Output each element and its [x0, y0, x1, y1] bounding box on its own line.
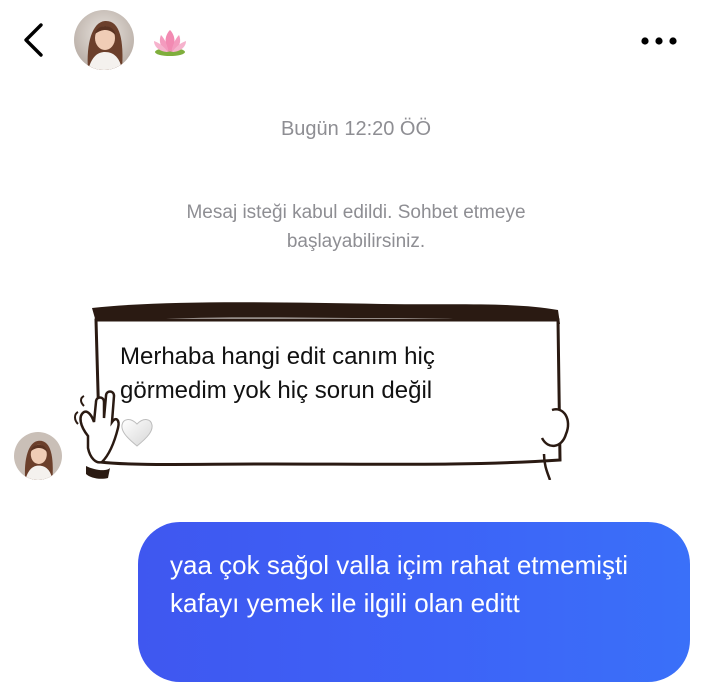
lotus-emoji: [150, 26, 190, 58]
outgoing-message-text: yaa çok sağol valla içim rahat etmemişti…: [170, 550, 629, 618]
system-message: Mesaj isteği kabul edildi. Sohbet etmeye…: [186, 202, 526, 252]
white-heart-emoji: [120, 416, 154, 448]
more-options-button[interactable]: [636, 26, 682, 56]
sender-avatar[interactable]: [14, 432, 62, 480]
more-horizontal-icon: [641, 37, 677, 45]
back-button[interactable]: [14, 20, 54, 60]
profile-photo: [74, 10, 134, 70]
thread-timestamp: Bugün 12:20 ÖÖ: [280, 118, 432, 140]
incoming-message-text: Merhaba hangi edit canım hiç görmedim yo…: [120, 343, 435, 404]
profile-photo: [14, 432, 62, 480]
chat-header: [0, 0, 712, 90]
avatar[interactable]: [74, 10, 134, 70]
chevron-left-icon: [24, 23, 43, 57]
